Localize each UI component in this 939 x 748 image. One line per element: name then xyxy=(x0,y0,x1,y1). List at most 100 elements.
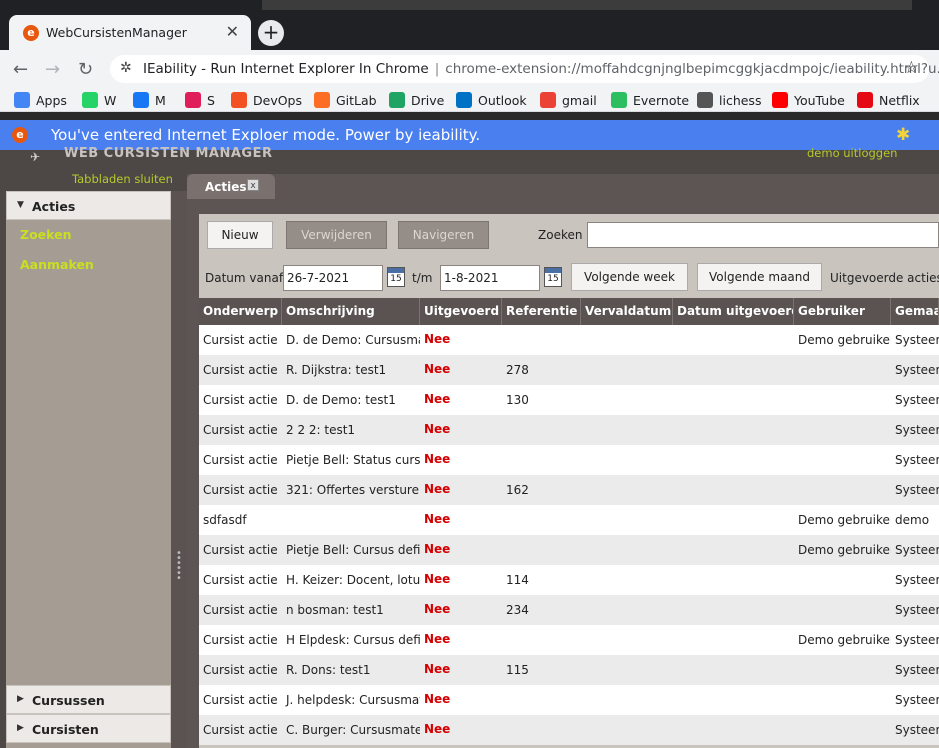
column-header[interactable]: Vervaldatum xyxy=(581,298,673,325)
bookmark-star-icon[interactable]: ☆ xyxy=(904,58,919,78)
sidebar-section-cursisten[interactable]: ▶ Cursisten xyxy=(6,714,171,743)
close-tabs-link[interactable]: Tabbladen sluiten xyxy=(72,172,173,186)
next-month-button[interactable]: Volgende maand xyxy=(697,263,822,291)
column-header[interactable]: Uitgevoerd xyxy=(420,298,502,325)
table-row[interactable]: Cursist actie R. Dons: test1 Nee 115 Systeem xyxy=(199,655,939,685)
gmail-icon xyxy=(540,92,556,108)
extension-puzzle-icon: ✲ xyxy=(120,60,132,76)
table-cell xyxy=(673,625,794,655)
table-cell: Systeem xyxy=(895,453,939,467)
back-arrow-icon[interactable]: ← xyxy=(13,59,28,80)
column-header[interactable]: Datum uitgevoerd xyxy=(673,298,794,325)
table-row[interactable]: Cursist actie C. Burger: Cursusmater Nee Sy… xyxy=(199,715,939,745)
bookmark-lichess[interactable]: lichess xyxy=(697,92,761,108)
table-cell: C. Burger: Cursusmater xyxy=(286,723,420,737)
date-from-input[interactable] xyxy=(283,265,383,291)
table-cell: Cursist actie xyxy=(203,603,278,617)
table-row[interactable]: Cursist actie 321: Offertes versturen Nee 1… xyxy=(199,475,939,505)
triangle-right-icon: ▶ xyxy=(17,723,24,733)
date-from-label: Datum vanaf xyxy=(205,271,284,285)
search-input[interactable] xyxy=(587,222,939,248)
ie-mode-message: You've entered Internet Exploer mode. Po… xyxy=(51,126,481,144)
sidebar-section-label: Cursussen xyxy=(32,693,105,708)
bookmark-label: W xyxy=(104,92,117,108)
new-button[interactable]: Nieuw xyxy=(207,221,273,249)
table-row[interactable]: Cursist actie J. helpdesk: Cursusmat Nee Sy… xyxy=(199,685,939,715)
column-header[interactable]: Gebruiker xyxy=(794,298,891,325)
table-row[interactable]: Cursist actie H Elpdesk: Cursus defir Nee D… xyxy=(199,625,939,655)
tab-close-icon[interactable]: x xyxy=(247,179,259,191)
column-header[interactable]: Onderwerp xyxy=(199,298,282,325)
forward-arrow-icon[interactable]: → xyxy=(45,59,60,80)
table-row[interactable]: sdfasdf Nee Demo gebruiker demo xyxy=(199,505,939,535)
bookmark-apps[interactable]: Apps xyxy=(14,92,67,108)
reload-icon[interactable]: ↻ xyxy=(78,59,93,80)
acties-panel: Nieuw Verwijderen Navigeren Zoeken Datum… xyxy=(199,214,939,748)
app-container: ✈ WEB CURSISTEN MANAGER demo uitloggen T… xyxy=(0,146,939,748)
table-row[interactable]: Cursist actie R. Dijkstra: test1 Nee 278 Sys… xyxy=(199,355,939,385)
address-bar[interactable]: ✲ IEability - Run Internet Explorer In C… xyxy=(110,55,939,83)
table-cell: 234 xyxy=(506,603,529,617)
table-cell: Nee xyxy=(424,482,451,496)
bookmark-gmail[interactable]: gmail xyxy=(540,92,597,108)
bug-icon[interactable]: ✱ xyxy=(896,125,910,145)
table-cell: Pietje Bell: Status cursu xyxy=(286,453,420,467)
whatsapp-icon xyxy=(82,92,98,108)
tab-acties[interactable]: Acties x xyxy=(187,174,275,199)
table-cell: Systeem xyxy=(895,393,939,407)
table-cell xyxy=(794,415,891,445)
bookmark-outlook[interactable]: Outlook xyxy=(456,92,527,108)
tab-close-icon[interactable]: ✕ xyxy=(226,22,239,41)
table-cell xyxy=(581,385,673,415)
bookmark-label: YouTube xyxy=(794,92,845,108)
table-cell xyxy=(794,715,891,745)
new-tab-button[interactable]: + xyxy=(258,20,284,46)
table-row[interactable]: Cursist actie 2 2 2: test1 Nee Systeem xyxy=(199,415,939,445)
logout-link[interactable]: demo uitloggen xyxy=(807,146,897,160)
table-cell: 114 xyxy=(506,573,529,587)
panel-splitter[interactable]: • • • • • • xyxy=(171,191,187,748)
bookmark-youtube[interactable]: YouTube xyxy=(772,92,845,108)
bookmark-evernote[interactable]: Evernote xyxy=(611,92,689,108)
table-cell xyxy=(673,355,794,385)
table-cell: Systeem xyxy=(895,603,939,617)
column-header[interactable]: Gemaak xyxy=(891,298,939,325)
bookmark-devops[interactable]: DevOps xyxy=(231,92,302,108)
column-header[interactable]: Omschrijving xyxy=(282,298,420,325)
browser-tab[interactable]: e WebCursistenManager ✕ xyxy=(9,15,251,50)
sidebar-section-acties[interactable]: ▼ Acties xyxy=(6,191,171,220)
bookmark-gitlab[interactable]: GitLab xyxy=(314,92,377,108)
table-row[interactable]: Cursist actie n bosman: test1 Nee 234 Systee… xyxy=(199,595,939,625)
date-to-input[interactable] xyxy=(440,265,540,291)
table-cell xyxy=(581,505,673,535)
calendar-icon[interactable]: 15 xyxy=(387,267,405,287)
table-row[interactable]: Cursist actie D. de Demo: test1 Nee 130 Syst… xyxy=(199,385,939,415)
sidebar-section-cursussen[interactable]: ▶ Cursussen xyxy=(6,685,171,714)
app-title: WEB CURSISTEN MANAGER xyxy=(64,146,273,161)
next-week-button[interactable]: Volgende week xyxy=(571,263,688,291)
table-row[interactable]: Cursist actie Pietje Bell: Cursus defir Ne… xyxy=(199,535,939,565)
slack-icon xyxy=(185,92,201,108)
table-cell: Nee xyxy=(424,572,451,586)
sidebar-link-aanmaken[interactable]: Aanmaken xyxy=(20,257,94,272)
table-cell: Cursist actie xyxy=(203,423,278,437)
sidebar-link-zoeken[interactable]: Zoeken xyxy=(20,227,71,242)
navigate-button[interactable]: Navigeren xyxy=(398,221,489,249)
bookmark-netflix[interactable]: Netflix xyxy=(857,92,920,108)
table-cell: D. de Demo: test1 xyxy=(286,393,396,407)
triangle-down-icon: ▼ xyxy=(17,200,24,210)
bookmark-drive[interactable]: Drive xyxy=(389,92,444,108)
table-cell xyxy=(673,565,794,595)
bookmark-s[interactable]: S xyxy=(185,92,215,108)
delete-button[interactable]: Verwijderen xyxy=(286,221,387,249)
table-row[interactable]: Cursist actie D. de Demo: Cursusma Nee Demo… xyxy=(199,325,939,355)
column-header[interactable]: Referentie xyxy=(502,298,581,325)
calendar-icon[interactable]: 15 xyxy=(544,267,562,287)
bookmark-w[interactable]: W xyxy=(82,92,116,108)
tab-label: Acties xyxy=(205,180,247,194)
bookmark-label: lichess xyxy=(719,92,762,108)
table-row[interactable]: Cursist actie Pietje Bell: Status cursu Ne… xyxy=(199,445,939,475)
bookmark-m[interactable]: M xyxy=(133,92,166,108)
table-cell: 321: Offertes versturen xyxy=(286,483,420,497)
table-row[interactable]: Cursist actie H. Keizer: Docent, lotus Nee… xyxy=(199,565,939,595)
